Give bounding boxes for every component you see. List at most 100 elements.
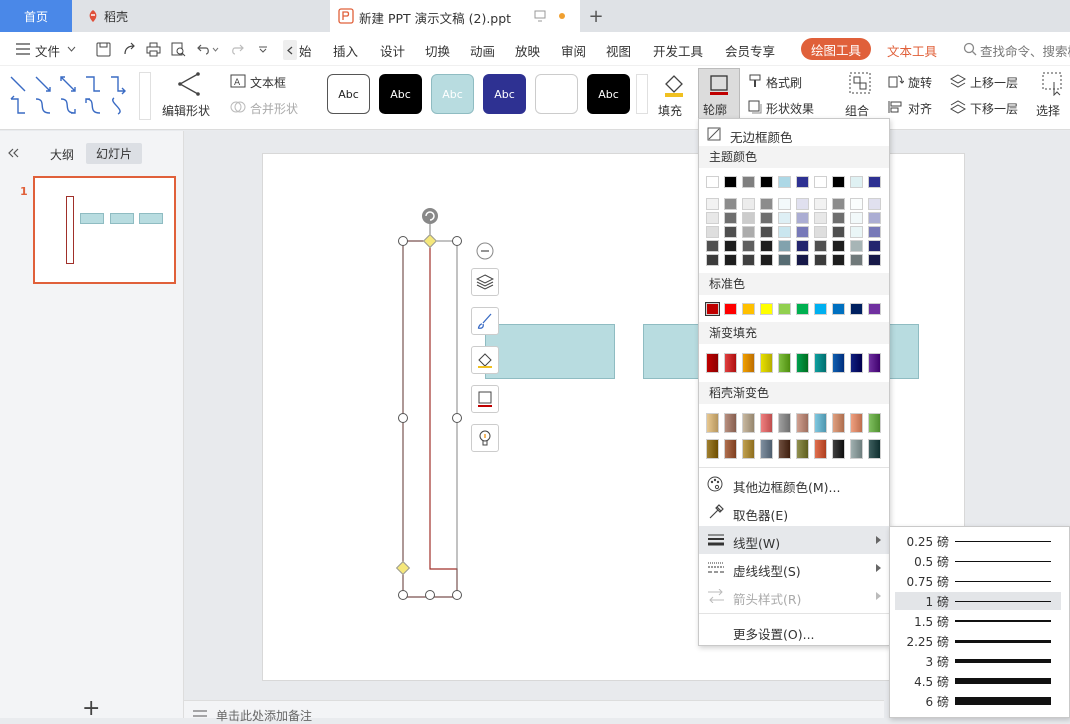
gallery-scroll[interactable] <box>139 72 151 120</box>
daoke-gradient-swatch[interactable] <box>706 439 719 459</box>
fill-bucket-icon[interactable] <box>662 72 686 98</box>
theme-tint-swatch[interactable] <box>742 212 755 224</box>
theme-tint-swatch[interactable] <box>724 212 737 224</box>
daoke-gradient-swatch[interactable] <box>832 439 845 459</box>
daoke-gradient-swatch[interactable] <box>778 413 791 433</box>
theme-color-swatch[interactable] <box>760 176 773 188</box>
daoke-gradient-swatch[interactable] <box>814 439 827 459</box>
align-label[interactable]: 对齐 <box>908 100 932 117</box>
theme-tint-swatch[interactable] <box>760 198 773 210</box>
gradient-fill-swatch[interactable] <box>742 353 755 373</box>
align-icon[interactable] <box>888 100 904 114</box>
search-input[interactable]: 查找命令、搜索模 <box>980 41 1070 60</box>
theme-tint-swatch[interactable] <box>778 198 791 210</box>
theme-tint-swatch[interactable] <box>706 226 719 238</box>
print-icon[interactable] <box>146 42 161 57</box>
theme-tint-swatch[interactable] <box>868 212 881 224</box>
theme-tint-swatch[interactable] <box>796 254 809 266</box>
gradient-fill-swatch[interactable] <box>778 353 791 373</box>
line-weight-option[interactable]: 6 磅 <box>895 692 1061 710</box>
theme-color-swatch[interactable] <box>724 176 737 188</box>
resize-handle-bl[interactable] <box>398 590 408 600</box>
gradient-fill-swatch[interactable] <box>832 353 845 373</box>
theme-tint-swatch[interactable] <box>814 226 827 238</box>
theme-tint-swatch[interactable] <box>706 240 719 252</box>
line-weight-option[interactable]: 0.5 磅 <box>895 552 1061 570</box>
theme-tint-swatch[interactable] <box>850 240 863 252</box>
line-weight-option[interactable]: 1 磅 <box>895 592 1061 610</box>
theme-tint-swatch[interactable] <box>832 226 845 238</box>
menu-design[interactable]: 设计 <box>380 41 405 60</box>
shape-effect-icon[interactable] <box>748 100 762 114</box>
shape-style-2[interactable]: Abc <box>379 74 422 114</box>
standard-color-swatch[interactable] <box>796 303 809 315</box>
textbox-icon[interactable]: A <box>230 74 246 88</box>
new-tab-button[interactable]: + <box>584 0 608 32</box>
outline-button[interactable]: 轮廓 <box>698 68 740 120</box>
notes-area[interactable]: 单击此处添加备注 <box>184 700 884 723</box>
theme-tint-swatch[interactable] <box>778 212 791 224</box>
theme-tint-swatch[interactable] <box>832 198 845 210</box>
daoke-gradient-swatch[interactable] <box>760 413 773 433</box>
theme-tint-swatch[interactable] <box>724 254 737 266</box>
theme-tint-swatch[interactable] <box>832 212 845 224</box>
monitor-icon[interactable] <box>534 10 546 22</box>
standard-color-swatch[interactable] <box>705 302 720 316</box>
theme-color-swatch[interactable] <box>778 176 791 188</box>
dash-type-item[interactable]: 虚线线型(S) <box>699 554 889 582</box>
theme-tint-swatch[interactable] <box>742 254 755 266</box>
layers-button[interactable] <box>471 268 499 296</box>
tab-drawing-tools[interactable]: 绘图工具 <box>801 38 871 60</box>
gradient-fill-swatch[interactable] <box>724 353 737 373</box>
rotate-handle-icon[interactable] <box>421 207 439 225</box>
menu-start[interactable]: 始 <box>299 41 312 60</box>
theme-tint-swatch[interactable] <box>706 198 719 210</box>
shape-style-6[interactable]: Abc <box>587 74 630 114</box>
daoke-gradient-swatch[interactable] <box>796 413 809 433</box>
collapse-pane-icon[interactable] <box>7 148 19 158</box>
menu-membership[interactable]: 会员专享 <box>725 41 775 60</box>
resize-handle-tr[interactable] <box>452 236 462 246</box>
theme-tint-swatch[interactable] <box>868 226 881 238</box>
line-weight-option[interactable]: 3 磅 <box>895 652 1061 670</box>
resize-handle-bm[interactable] <box>425 590 435 600</box>
gradient-fill-swatch[interactable] <box>868 353 881 373</box>
rectangle-shape-1[interactable] <box>485 324 615 379</box>
no-border-color-item[interactable]: 无边框颜色 <box>699 120 889 148</box>
theme-tint-swatch[interactable] <box>742 226 755 238</box>
resize-handle-tl[interactable] <box>398 236 408 246</box>
daoke-gradient-swatch[interactable] <box>868 413 881 433</box>
outline-float-button[interactable] <box>471 385 499 413</box>
ribbon-scroll-left[interactable] <box>283 40 297 60</box>
undo-dropdown-icon[interactable] <box>212 47 219 52</box>
theme-tint-swatch[interactable] <box>796 240 809 252</box>
send-backward-icon[interactable] <box>950 100 966 114</box>
theme-tint-swatch[interactable] <box>706 212 719 224</box>
theme-tint-swatch[interactable] <box>814 212 827 224</box>
theme-tint-swatch[interactable] <box>760 226 773 238</box>
more-settings-item[interactable]: 更多设置(O)... <box>699 617 889 645</box>
theme-tint-swatch[interactable] <box>778 254 791 266</box>
theme-tint-swatch[interactable] <box>706 254 719 266</box>
redo-icon[interactable] <box>230 43 244 55</box>
menu-review[interactable]: 审阅 <box>561 41 586 60</box>
group-label[interactable]: 组合 <box>845 102 869 119</box>
daoke-gradient-swatch[interactable] <box>742 413 755 433</box>
daoke-gradient-swatch[interactable] <box>850 413 863 433</box>
vertical-scrollbar[interactable] <box>1048 131 1070 526</box>
theme-color-swatch[interactable] <box>706 176 719 188</box>
send-backward-label[interactable]: 下移一层 <box>970 100 1018 117</box>
theme-tint-swatch[interactable] <box>814 240 827 252</box>
tab-outline[interactable]: 大纲 <box>50 146 74 163</box>
gradient-fill-swatch[interactable] <box>850 353 863 373</box>
theme-tint-swatch[interactable] <box>814 198 827 210</box>
standard-color-swatch[interactable] <box>778 303 791 315</box>
daoke-gradient-swatch[interactable] <box>814 413 827 433</box>
line-weight-option[interactable]: 1.5 磅 <box>895 612 1061 630</box>
rotate-icon[interactable] <box>888 74 904 88</box>
theme-tint-swatch[interactable] <box>832 254 845 266</box>
menu-transition[interactable]: 切换 <box>425 41 450 60</box>
slide-thumbnail[interactable] <box>33 176 176 284</box>
theme-tint-swatch[interactable] <box>850 198 863 210</box>
theme-color-swatch[interactable] <box>868 176 881 188</box>
